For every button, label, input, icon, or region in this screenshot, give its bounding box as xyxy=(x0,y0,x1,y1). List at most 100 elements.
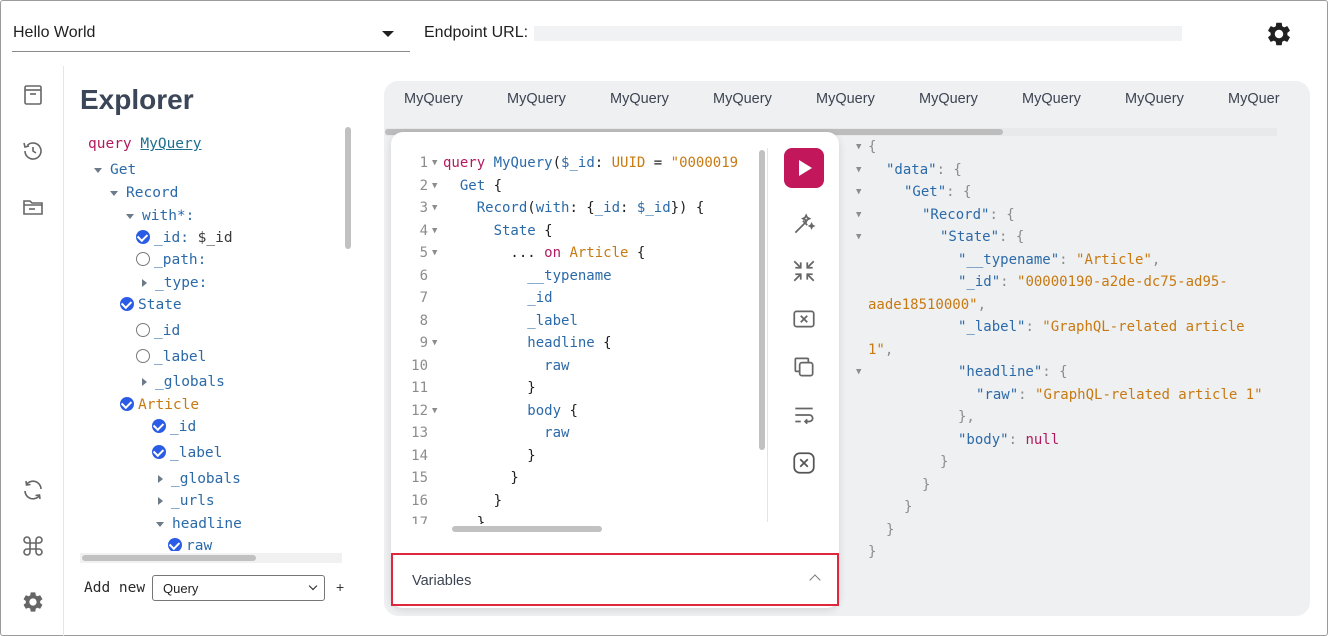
explorer-tree: query MyQuery Get Record with*: _id: $_id _p… xyxy=(80,127,342,551)
explorer-tree-item[interactable]: Record xyxy=(110,183,178,203)
tab-myquery-1[interactable]: MyQuery xyxy=(404,91,463,107)
explorer-tree-item[interactable]: _label xyxy=(152,443,222,463)
scrollbar-thumb[interactable] xyxy=(759,150,765,450)
explorer-tree-label: headline xyxy=(172,516,242,532)
line-number: 16 xyxy=(411,492,428,509)
unchecked-circle-icon[interactable] xyxy=(136,349,150,363)
editor-horizontal-scrollbar[interactable] xyxy=(446,524,752,534)
execute-query-button[interactable] xyxy=(784,148,824,188)
line-number: 9 xyxy=(419,335,428,351)
refetch-schema-icon[interactable] xyxy=(21,478,45,502)
settings-gear-icon[interactable] xyxy=(21,590,45,614)
history-icon[interactable] xyxy=(21,139,45,163)
caret-right-icon[interactable] xyxy=(142,279,147,287)
caret-down-icon[interactable] xyxy=(110,190,118,196)
settings-gear-icon[interactable] xyxy=(1265,20,1293,48)
explorer-tree-item[interactable]: State xyxy=(120,295,182,315)
editor-vertical-scrollbar[interactable] xyxy=(758,150,766,522)
keyboard-shortcuts-icon[interactable] xyxy=(21,534,45,558)
explorer-tree-item[interactable]: _id xyxy=(136,321,180,341)
response-viewer[interactable]: ▼ {▼ "data": {▼ "Get": {▼ "Record": {▼ "State… xyxy=(852,136,1292,566)
tab-myquery-5[interactable]: MyQuery xyxy=(816,91,875,107)
fold-toggle-icon[interactable]: ▼ xyxy=(856,159,861,181)
fold-toggle-icon[interactable]: ▼ xyxy=(432,400,437,422)
collections-folder-icon[interactable] xyxy=(21,195,45,219)
caret-down-icon[interactable] xyxy=(156,521,164,527)
prettify-icon[interactable] xyxy=(791,211,817,237)
editor-line-text: } xyxy=(443,515,486,524)
tab-myquery-6[interactable]: MyQuery xyxy=(919,91,978,107)
checked-circle-icon[interactable] xyxy=(152,445,166,459)
chevron-up-icon[interactable] xyxy=(809,574,821,586)
explorer-horizontal-scrollbar[interactable] xyxy=(80,553,342,563)
response-line-text: "raw": "GraphQL-related article 1" xyxy=(976,386,1263,403)
add-new-operation-select[interactable]: Query xyxy=(152,575,325,601)
fold-toggle-icon[interactable]: ▼ xyxy=(432,152,437,174)
fold-toggle-icon[interactable]: ▼ xyxy=(856,204,861,226)
unchecked-circle-icon[interactable] xyxy=(136,323,150,337)
explorer-tree-item[interactable]: raw xyxy=(168,536,212,551)
tab-myquery-3[interactable]: MyQuery xyxy=(610,91,669,107)
explorer-tree-item[interactable]: headline xyxy=(156,514,242,534)
tab-myquery-9[interactable]: MyQuer xyxy=(1228,91,1280,107)
documentation-icon[interactable] xyxy=(21,83,45,107)
fold-toggle-icon[interactable]: ▼ xyxy=(856,181,861,203)
editor-line-text: Get { xyxy=(459,177,503,194)
explorer-tree-label: _id xyxy=(154,323,181,339)
caret-right-icon[interactable] xyxy=(142,378,147,386)
explorer-tree-item[interactable]: Article xyxy=(120,395,199,415)
close-tab-icon[interactable] xyxy=(791,450,817,476)
explorer-arg-value[interactable]: $_id xyxy=(189,230,233,246)
checked-circle-icon[interactable] xyxy=(168,538,182,551)
explorer-tree-item[interactable]: _globals xyxy=(158,469,241,489)
line-number: 17 xyxy=(411,515,428,524)
editor-toolbar-divider xyxy=(767,148,768,522)
explorer-tree-item[interactable]: _path: xyxy=(136,250,206,270)
explorer-tree-item[interactable]: _urls xyxy=(158,491,215,511)
fold-toggle-icon[interactable]: ▼ xyxy=(432,175,437,197)
caret-right-icon[interactable] xyxy=(158,475,163,483)
explorer-vertical-scrollbar[interactable] xyxy=(344,127,352,551)
unchecked-circle-icon[interactable] xyxy=(136,252,150,266)
endpoint-url-input[interactable] xyxy=(534,26,1182,41)
editor-line-text: } xyxy=(443,470,519,486)
explorer-tree-item[interactable]: Get xyxy=(94,160,136,180)
fold-toggle-icon[interactable]: ▼ xyxy=(432,242,437,264)
response-line-text: "_id": "00000190-a2de-dc75-ad95- xyxy=(958,274,1228,290)
caret-right-icon[interactable] xyxy=(158,497,163,505)
merge-fragments-icon[interactable] xyxy=(791,258,817,284)
checked-circle-icon[interactable] xyxy=(152,419,166,433)
fold-toggle-icon[interactable]: ▼ xyxy=(856,226,861,248)
fold-toggle-icon[interactable]: ▼ xyxy=(432,332,437,354)
tab-myquery-7[interactable]: MyQuery xyxy=(1022,91,1081,107)
tab-myquery-8[interactable]: MyQuery xyxy=(1125,91,1184,107)
tab-myquery-4[interactable]: MyQuery xyxy=(713,91,772,107)
fold-toggle-icon[interactable]: ▼ xyxy=(432,220,437,242)
scrollbar-thumb[interactable] xyxy=(345,127,351,249)
tab-myquery-2[interactable]: MyQuery xyxy=(507,91,566,107)
clear-editor-icon[interactable] xyxy=(791,306,817,332)
checked-circle-icon[interactable] xyxy=(136,230,150,244)
caret-down-icon[interactable] xyxy=(126,213,134,219)
wrap-lines-icon[interactable] xyxy=(791,402,817,428)
fold-toggle-icon[interactable]: ▼ xyxy=(432,197,437,219)
explorer-tree-item[interactable]: _label xyxy=(136,347,206,367)
explorer-tree-item[interactable]: _globals xyxy=(142,372,225,392)
explorer-tree-item[interactable]: _id: $_id xyxy=(136,228,233,248)
checked-circle-icon[interactable] xyxy=(120,297,134,311)
copy-query-icon[interactable] xyxy=(791,354,817,380)
query-editor[interactable]: 1 ▼ query MyQuery($_id: UUID = "0000019 2 ▼ … xyxy=(406,152,752,524)
caret-down-icon[interactable] xyxy=(94,167,102,173)
variables-panel-toggle[interactable]: Variables xyxy=(391,553,839,606)
checked-circle-icon[interactable] xyxy=(120,397,134,411)
explorer-tree-item[interactable]: _type: xyxy=(142,273,207,293)
fold-toggle-icon[interactable]: ▼ xyxy=(856,136,861,158)
explorer-tree-item[interactable]: _id xyxy=(152,417,196,437)
explorer-tree-item[interactable]: with*: xyxy=(126,206,194,226)
workspace-select[interactable]: Hello World xyxy=(12,18,410,52)
scrollbar-thumb[interactable] xyxy=(82,555,256,561)
scrollbar-thumb[interactable] xyxy=(452,526,602,532)
add-new-plus-button[interactable]: + xyxy=(336,579,344,595)
fold-toggle-icon[interactable]: ▼ xyxy=(856,361,861,383)
operation-name-input[interactable]: MyQuery xyxy=(140,136,201,152)
